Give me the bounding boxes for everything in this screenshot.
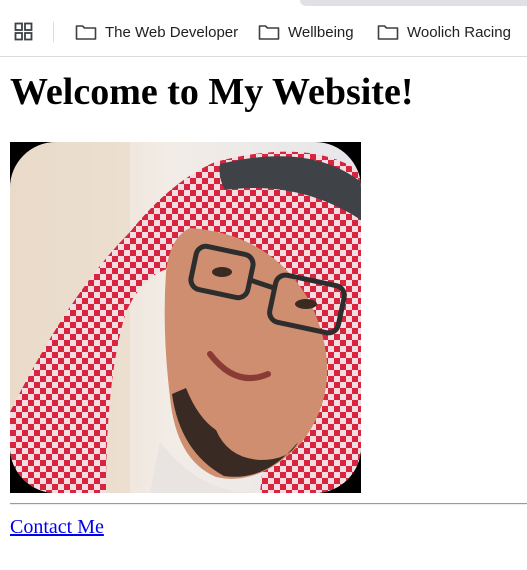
folder-icon [258, 23, 280, 41]
bookmarks-separator [53, 22, 54, 42]
bookmark-folder-the-web-developer[interactable]: The Web Developer [75, 20, 238, 44]
bookmarks-bar: The Web Developer Wellbeing Woolich Raci… [0, 8, 527, 57]
bookmark-folder-wellbeing[interactable]: Wellbeing [258, 20, 354, 44]
folder-icon [75, 23, 97, 41]
folder-icon [377, 23, 399, 41]
browser-frame-top [0, 0, 527, 8]
horizontal-rule [10, 503, 527, 505]
bookmark-label: Wellbeing [288, 23, 354, 41]
profile-photo [10, 142, 361, 493]
page-title: Welcome to My Website! [10, 71, 414, 113]
bookmark-label: Woolich Racing [407, 23, 511, 41]
bookmark-label: The Web Developer [105, 23, 239, 41]
apps-button[interactable] [10, 20, 38, 44]
apps-grid-icon [14, 22, 33, 41]
bookmark-folder-woolich-racing[interactable]: Woolich Racing [377, 20, 511, 44]
contact-me-link[interactable]: Contact Me [10, 515, 104, 539]
web-page: Welcome to My Website! Contact Me [0, 57, 527, 570]
